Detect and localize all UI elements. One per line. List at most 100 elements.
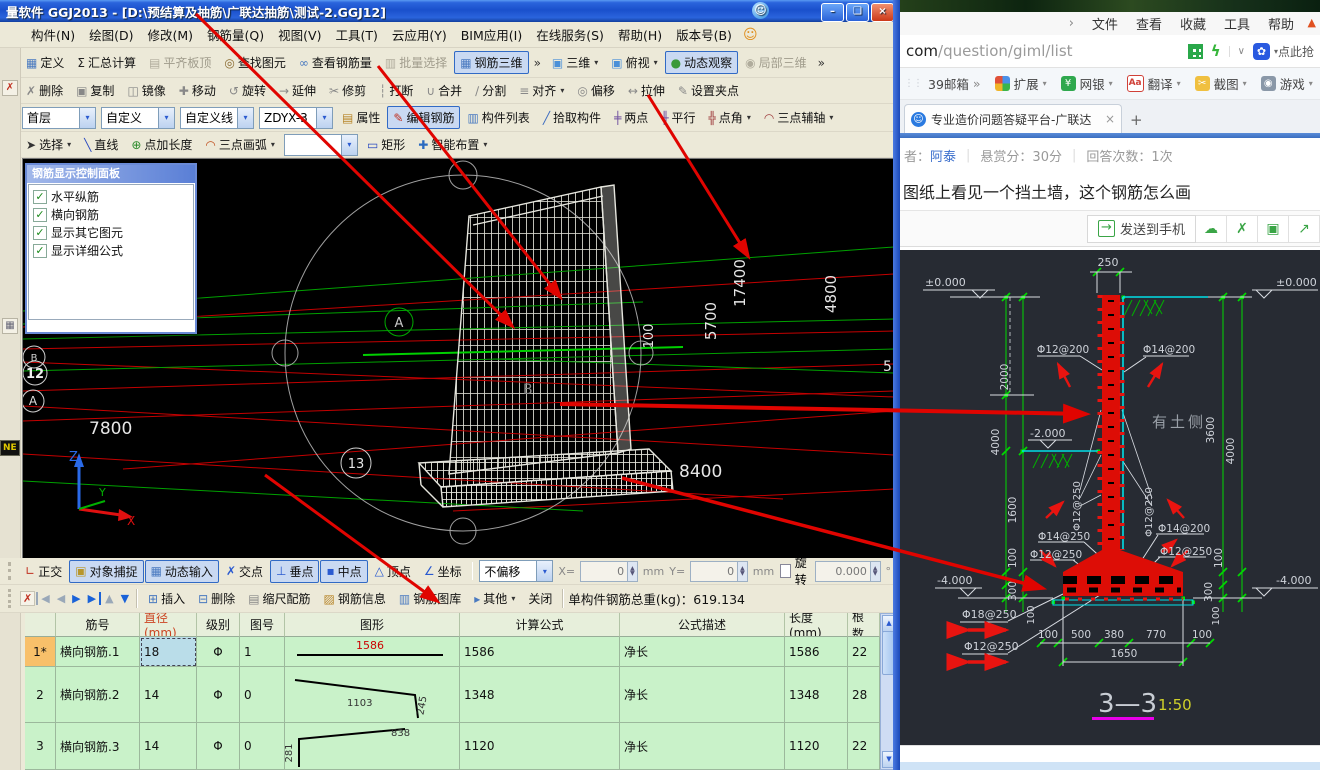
menu-overflow-icon[interactable]: › <box>1069 16 1074 31</box>
url-dropdown-icon[interactable]: ∨ <box>1229 46 1245 57</box>
draw-combo-3[interactable]: ZDYX-3▾ <box>259 107 333 129</box>
close-button[interactable]: × <box>871 3 894 22</box>
tab-close-icon[interactable]: × <box>1105 112 1115 126</box>
menu-item-6[interactable]: 云应用(Y) <box>385 26 454 45</box>
sketch-button-3[interactable]: ◠三点画弧▾ <box>199 133 281 156</box>
main-overflow-icon[interactable]: » <box>530 56 545 70</box>
browser-menu-4[interactable]: 帮助 <box>1268 14 1294 33</box>
main-button-5[interactable]: ▥批量选择 <box>379 51 453 74</box>
col-desc[interactable]: 公式描述 <box>620 613 785 637</box>
draw-button-7[interactable]: ╱拾取构件 <box>537 106 607 129</box>
modify-button-4[interactable]: ↺旋转 <box>223 79 272 102</box>
col-shape[interactable]: 图形 <box>285 613 460 637</box>
col-grade[interactable]: 级别 <box>197 613 240 637</box>
main-button-3[interactable]: ◎查找图元 <box>218 51 292 74</box>
table-row[interactable]: 2 横向钢筋.2 14 Φ 0 1103245 1348 净长 1348 28 <box>25 667 880 723</box>
col-diameter[interactable]: 直径(mm) <box>140 613 197 637</box>
draw-button-6[interactable]: ▥构件列表 <box>461 106 535 129</box>
main-button-4[interactable]: ∞查看钢筋量 <box>293 51 378 74</box>
draw-button-9[interactable]: ╫平行 <box>655 106 701 129</box>
browser-menu-3[interactable]: 工具 <box>1224 14 1250 33</box>
panel-checkbox-2[interactable]: ✓显示其它图元 <box>33 224 189 241</box>
qr-code-icon[interactable] <box>1188 44 1203 59</box>
action-icon-2[interactable]: ▣ <box>1258 215 1289 243</box>
promo-text[interactable]: 点此抢 <box>1278 43 1314 60</box>
snap-button-5[interactable]: ▪中点 <box>320 560 367 583</box>
speed-icon[interactable]: ϟ <box>1211 42 1221 60</box>
panel-title[interactable]: 钢筋显示控制面板 <box>27 165 195 183</box>
rotate-checkbox[interactable] <box>780 564 791 578</box>
main-button-11[interactable]: ◉局部三维 <box>739 51 813 74</box>
bookmark-0[interactable]: 扩展▾ <box>995 74 1047 93</box>
col-length[interactable]: 长度(mm) <box>785 613 848 637</box>
modify-button-3[interactable]: ✚移动 <box>173 79 222 102</box>
snap-button-4[interactable]: ⊥垂点 <box>270 560 319 583</box>
menu-item-10[interactable]: 版本号(B) <box>669 26 739 45</box>
new-tab-button[interactable]: + <box>1130 111 1143 133</box>
rebar-edit-button-4[interactable]: ▥钢筋图库 <box>393 587 467 610</box>
draw-combo-0[interactable]: 首层▾ <box>22 107 96 129</box>
bookmark-4[interactable]: ◉游戏▾ <box>1261 74 1313 93</box>
minimize-button[interactable]: – <box>821 3 844 22</box>
snap-button-6[interactable]: △顶点 <box>369 560 417 583</box>
baidu-paw-icon[interactable]: ✿ <box>1253 43 1270 60</box>
menu-item-5[interactable]: 工具(T) <box>328 26 384 45</box>
main-button-10[interactable]: ●动态观察 <box>665 51 739 74</box>
action-icon-3[interactable]: ↗ <box>1289 215 1320 243</box>
main-button-2[interactable]: ▤平齐板顶 <box>143 51 217 74</box>
x-input[interactable]: 0▲▼ <box>580 561 638 582</box>
main-button-0[interactable]: ▦定义 <box>20 51 70 74</box>
y-input[interactable]: 0▲▼ <box>690 561 748 582</box>
col-count[interactable]: 根数 <box>848 613 880 637</box>
modify-button-11[interactable]: ◎偏移 <box>571 79 621 102</box>
main-button-8[interactable]: ▣三维▾ <box>546 51 604 74</box>
main-overflow-icon[interactable]: » <box>814 56 829 70</box>
next-row-button[interactable]: ▶ <box>69 592 83 605</box>
menu-item-2[interactable]: 修改(M) <box>141 26 201 45</box>
panel-checkbox-3[interactable]: ✓显示详细公式 <box>33 242 189 259</box>
table-row[interactable]: 3 横向钢筋.3 14 Φ 0 281838 1120 净长 1120 22 <box>25 723 880 770</box>
collapse-icon[interactable]: ▲ <box>1308 16 1316 29</box>
draw-combo-2[interactable]: 自定义线▾ <box>180 107 254 129</box>
menu-smiley-icon[interactable]: ☺ <box>743 27 758 43</box>
modify-button-2[interactable]: ◫镜像 <box>121 79 171 102</box>
browser-menu-1[interactable]: 查看 <box>1136 14 1162 33</box>
modify-button-1[interactable]: ▣复制 <box>70 79 120 102</box>
draw-button-8[interactable]: ╪两点 <box>608 106 654 129</box>
draw-combo-1[interactable]: 自定义▾ <box>101 107 175 129</box>
bookmark-1[interactable]: ¥网银▾ <box>1061 74 1113 93</box>
modify-button-9[interactable]: ∕分割 <box>469 79 512 102</box>
action-icon-0[interactable]: ☁ <box>1196 215 1227 243</box>
sketch-button-6[interactable]: ✚智能布置▾ <box>412 133 493 156</box>
prev-row-button[interactable]: ◀ <box>54 592 68 605</box>
modify-button-7[interactable]: ┆打断 <box>373 79 419 102</box>
main-button-6[interactable]: ▦钢筋三维 <box>454 51 528 74</box>
menu-item-1[interactable]: 绘图(D) <box>82 26 140 45</box>
rebar-edit-button-3[interactable]: ▨钢筋信息 <box>318 587 392 610</box>
sketch-button-5[interactable]: ▭矩形 <box>361 133 411 156</box>
col-figno[interactable]: 图号 <box>240 613 285 637</box>
draw-button-11[interactable]: ◠三点辅轴▾ <box>758 106 840 129</box>
rebar-edit-button-5[interactable]: ▸其他▾ <box>468 587 521 610</box>
main-button-1[interactable]: Σ汇总计算 <box>71 51 142 74</box>
dock-grid-icon[interactable]: ▦ <box>2 318 18 334</box>
menu-item-9[interactable]: 帮助(H) <box>611 26 669 45</box>
selected-cell[interactable]: 18 <box>140 637 197 667</box>
asker-link[interactable]: 阿泰 <box>930 150 956 165</box>
move-down-button[interactable]: ▼ <box>118 592 132 605</box>
menu-item-0[interactable]: 构件(N) <box>24 26 82 45</box>
bookmark-2[interactable]: Aa翻译▾ <box>1127 74 1181 93</box>
browser-menu-0[interactable]: 文件 <box>1092 14 1118 33</box>
rotate-input[interactable]: 0.000▲▼ <box>815 561 881 582</box>
first-row-button[interactable]: ◀ <box>36 592 52 605</box>
rebar-edit-button-2[interactable]: ▤缩尺配筋 <box>242 587 316 610</box>
offset-select[interactable]: 不偏移▾ <box>479 560 553 582</box>
last-row-button[interactable]: ▶ <box>85 592 101 605</box>
snap-button-3[interactable]: ✗交点 <box>220 560 269 583</box>
rebar-edit-button-0[interactable]: ⊞插入 <box>142 587 191 610</box>
table-row[interactable]: 1* 横向钢筋.1 18 Φ 1 1586 1586 净长 1586 22 <box>25 637 880 667</box>
main-button-9[interactable]: ▣俯视▾ <box>605 51 663 74</box>
panel-close-icon[interactable]: ✗ <box>20 591 35 606</box>
move-up-button[interactable]: ▲ <box>102 592 116 605</box>
col-formula[interactable]: 计算公式 <box>460 613 620 637</box>
